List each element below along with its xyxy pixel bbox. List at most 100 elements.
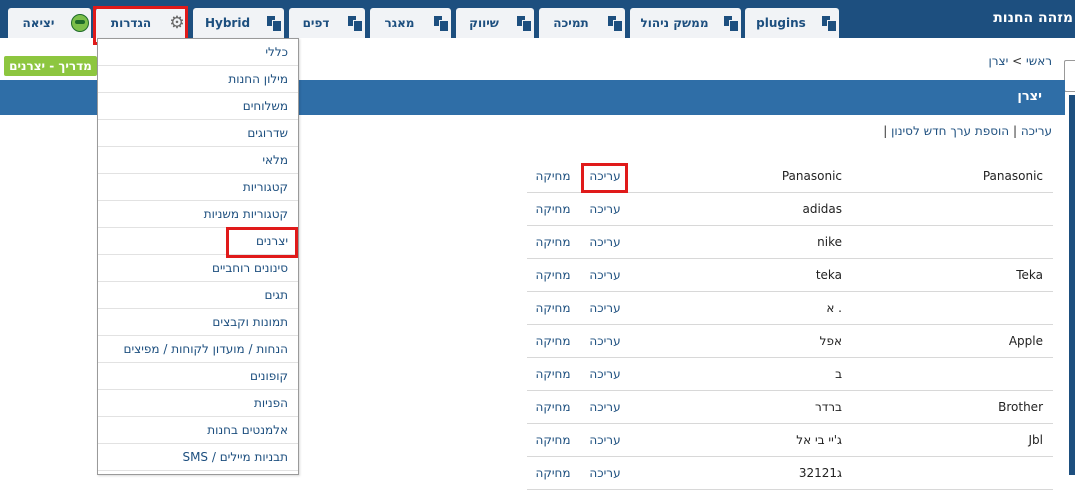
menu-item-categories[interactable]: קטגוריות — [98, 174, 298, 201]
page-actions: עריכה | הוספת ערך חדש לסינון | — [883, 124, 1052, 138]
documents-icon — [603, 8, 625, 38]
tab-hybrid[interactable]: Hybrid — [193, 8, 284, 38]
edit-link[interactable]: עריכה — [579, 423, 631, 457]
add-filter-value-link[interactable]: הוספת ערך חדש לסינון — [891, 124, 1009, 138]
manufacturer-name: ברדר — [631, 390, 842, 424]
manufacturer-english-name: Jbl — [842, 423, 1053, 457]
menu-item-store-elements[interactable]: אלמנטים בחנות — [98, 417, 298, 444]
tab-plugins[interactable]: plugins — [745, 8, 839, 38]
edit-link[interactable]: עריכה — [579, 258, 631, 292]
delete-link[interactable]: מחיקה — [527, 423, 579, 457]
action-separator: | — [883, 124, 888, 138]
action-separator: | — [1012, 124, 1018, 138]
tab-label: שיווק — [469, 16, 499, 30]
manufacturer-name: 32121ג — [631, 456, 842, 490]
menu-item-upgrades[interactable]: שדרוגים — [98, 120, 298, 147]
edit-link[interactable]: עריכה — [579, 291, 631, 325]
table-row: מחיקה עריכה adidas — [527, 192, 1053, 226]
delete-link[interactable]: מחיקה — [527, 357, 579, 391]
tab-label: מאגר — [384, 16, 415, 30]
manufacturer-english-name: Apple — [842, 324, 1053, 358]
edit-link[interactable]: עריכה — [579, 192, 631, 226]
tab-pages[interactable]: דפים — [289, 8, 365, 38]
delete-link[interactable]: מחיקה — [527, 456, 579, 490]
guide-badge[interactable]: מדריך - יצרנים — [4, 56, 97, 76]
side-panel-strip — [1069, 95, 1075, 475]
store-title: מזהה החנות — [993, 10, 1073, 26]
tab-label: דפים — [302, 16, 330, 30]
table-row: מחיקה עריכה nike — [527, 225, 1053, 259]
manufacturer-name: teka — [631, 258, 842, 292]
manufacturer-name: א . — [631, 291, 842, 325]
menu-item-discounts[interactable]: הנחות / מועדון לקוחות / מפיצים — [98, 336, 298, 363]
tab-label: ממשק ניהול — [640, 16, 709, 30]
delete-link[interactable]: מחיקה — [527, 291, 579, 325]
menu-item-store-dictionary[interactable]: מילון החנות — [98, 66, 298, 93]
table-row: מחיקה עריכה ברדר Brother — [527, 390, 1053, 424]
breadcrumb-separator: > — [1012, 54, 1023, 68]
manufacturer-english-name: Brother — [842, 390, 1053, 424]
documents-icon — [512, 8, 534, 38]
menu-item-inventory[interactable]: מלאי — [98, 147, 298, 174]
edit-link[interactable]: עריכה — [579, 225, 631, 259]
tab-support[interactable]: תמיכה — [539, 8, 625, 38]
page-title: יצרן — [1017, 89, 1042, 104]
manufacturer-name: nike — [631, 225, 842, 259]
manufacturer-english-name — [842, 357, 1053, 391]
manufacturer-name: ג'יי בי אל — [631, 423, 842, 457]
edit-link[interactable]: עריכה — [579, 456, 631, 490]
breadcrumb-home[interactable]: ראשי — [1026, 54, 1052, 68]
table-row: מחיקה עריכה אפל Apple — [527, 324, 1053, 358]
menu-item-general[interactable]: כללי — [98, 39, 298, 66]
manufacturer-english-name — [842, 291, 1053, 325]
edit-link[interactable]: עריכה — [579, 357, 631, 391]
avatar-icon — [69, 8, 91, 38]
menu-item-cross-filters[interactable]: סינונים רוחביים — [98, 255, 298, 282]
manufacturer-name: ב — [631, 357, 842, 391]
menu-item-email-templates[interactable]: תבניות מיילים / SMS — [98, 444, 298, 471]
window-icon — [429, 8, 451, 38]
manufacturer-english-name: Teka — [842, 258, 1053, 292]
manufacturers-table: מחיקה עריכה Panasonic Panasonic מחיקה ער… — [527, 160, 1053, 490]
table-row: מחיקה עריכה 32121ג — [527, 456, 1053, 490]
documents-icon — [343, 8, 365, 38]
manufacturer-english-name: Panasonic — [842, 160, 1053, 193]
tab-label: יציאה — [22, 16, 55, 30]
menu-item-coupons[interactable]: קופונים — [98, 363, 298, 390]
delete-link[interactable]: מחיקה — [527, 390, 579, 424]
side-panel-handle[interactable] — [1064, 60, 1075, 92]
manufacturer-name: adidas — [631, 192, 842, 226]
edit-link[interactable]: עריכה — [579, 324, 631, 358]
edit-link[interactable]: עריכה — [579, 390, 631, 424]
menu-item-shipping[interactable]: משלוחים — [98, 93, 298, 120]
edit-link-highlight — [581, 163, 628, 193]
menu-item-images-files[interactable]: תמונות וקבצים — [98, 309, 298, 336]
delete-link[interactable]: מחיקה — [527, 225, 579, 259]
delete-link[interactable]: מחיקה — [527, 192, 579, 226]
manufacturer-name: אפל — [631, 324, 842, 358]
tab-label: plugins — [756, 16, 806, 30]
tab-marketing[interactable]: שיווק — [456, 8, 534, 38]
manufacturer-english-name — [842, 225, 1053, 259]
documents-icon — [262, 8, 284, 38]
delete-link[interactable]: מחיקה — [527, 258, 579, 292]
documents-icon — [719, 8, 741, 38]
tab-label: Hybrid — [204, 16, 251, 30]
delete-link[interactable]: מחיקה — [527, 160, 579, 193]
menu-item-referrals[interactable]: הפניות — [98, 390, 298, 417]
edit-link[interactable]: עריכה — [1021, 124, 1052, 138]
tab-logout[interactable]: יציאה — [8, 8, 91, 38]
table-row: מחיקה עריכה א . — [527, 291, 1053, 325]
menu-item-tags[interactable]: תגים — [98, 282, 298, 309]
manufacturer-english-name — [842, 456, 1053, 490]
tab-label: תמיכה — [553, 16, 589, 30]
delete-link[interactable]: מחיקה — [527, 324, 579, 358]
breadcrumb-current[interactable]: יצרן — [988, 54, 1008, 68]
breadcrumb: ראשי > יצרן — [988, 54, 1052, 68]
documents-icon — [817, 8, 839, 38]
menu-item-subcategories[interactable]: קטגוריות משניות — [98, 201, 298, 228]
table-row: מחיקה עריכה ב — [527, 357, 1053, 391]
manufacturer-name: Panasonic — [631, 160, 842, 193]
tab-management[interactable]: ממשק ניהול — [630, 8, 741, 38]
tab-repository[interactable]: מאגר — [370, 8, 451, 38]
